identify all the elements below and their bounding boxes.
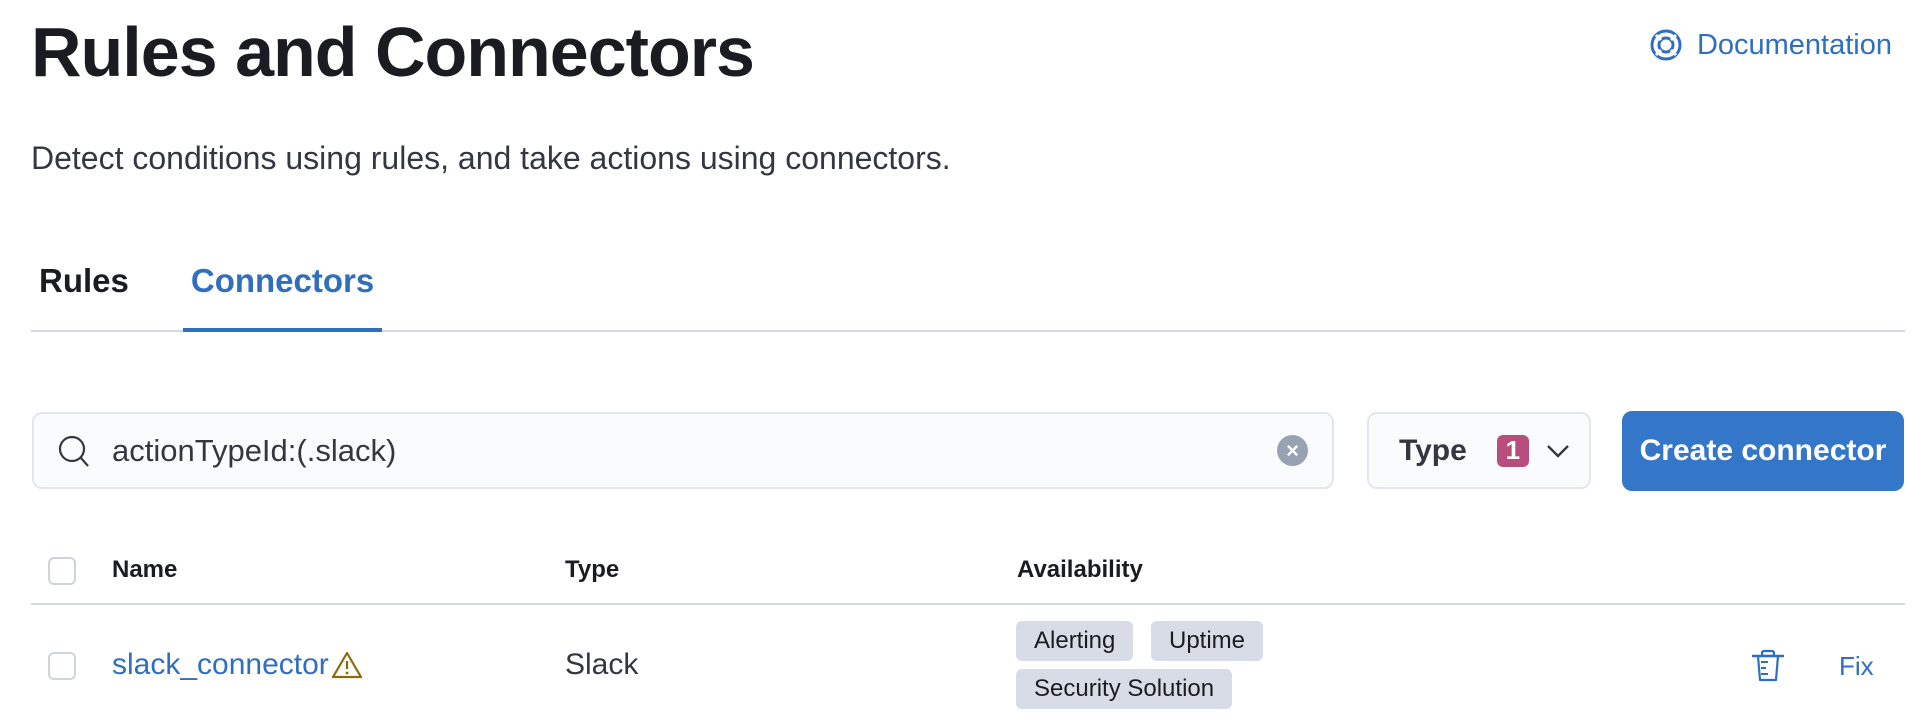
connector-type: Slack	[565, 648, 639, 681]
search-icon	[58, 435, 89, 467]
column-header-type: Type	[565, 556, 620, 583]
column-header-name[interactable]: Name	[112, 556, 177, 584]
type-filter-count-badge: 1	[1496, 434, 1529, 467]
delete-icon[interactable]	[1750, 648, 1786, 684]
tab-bar: Rules Connectors	[31, 255, 1905, 332]
page-title: Rules and Connectors	[31, 13, 755, 91]
availability-badge: Alerting	[1016, 621, 1134, 661]
documentation-link[interactable]: Documentation	[1649, 28, 1892, 62]
availability-badge: Uptime	[1151, 621, 1264, 661]
tab-connectors[interactable]: Connectors	[182, 255, 383, 332]
documentation-label: Documentation	[1696, 28, 1892, 61]
type-filter-button[interactable]: Type 1	[1367, 412, 1591, 489]
tab-rules[interactable]: Rules	[31, 255, 137, 330]
fix-button[interactable]: Fix	[1839, 651, 1874, 682]
connector-name-link[interactable]: slack_connector	[112, 648, 329, 682]
lifebuoy-icon	[1650, 29, 1682, 61]
row-checkbox[interactable]	[48, 652, 76, 680]
column-header-availability: Availability	[1017, 556, 1143, 583]
clear-search-button[interactable]: ×	[1277, 435, 1308, 466]
clear-icon: ×	[1286, 437, 1299, 463]
chevron-down-icon	[1546, 444, 1569, 458]
create-connector-button[interactable]: Create connector	[1622, 411, 1904, 491]
type-filter-label: Type	[1399, 433, 1467, 467]
search-input[interactable]	[110, 431, 1277, 470]
table-header-divider	[31, 603, 1905, 605]
search-field[interactable]: ×	[32, 412, 1334, 489]
select-all-checkbox[interactable]	[48, 557, 76, 585]
warning-icon	[331, 651, 363, 679]
page-subtitle: Detect conditions using rules, and take …	[31, 140, 951, 176]
availability-badge: Security Solution	[1016, 669, 1233, 709]
